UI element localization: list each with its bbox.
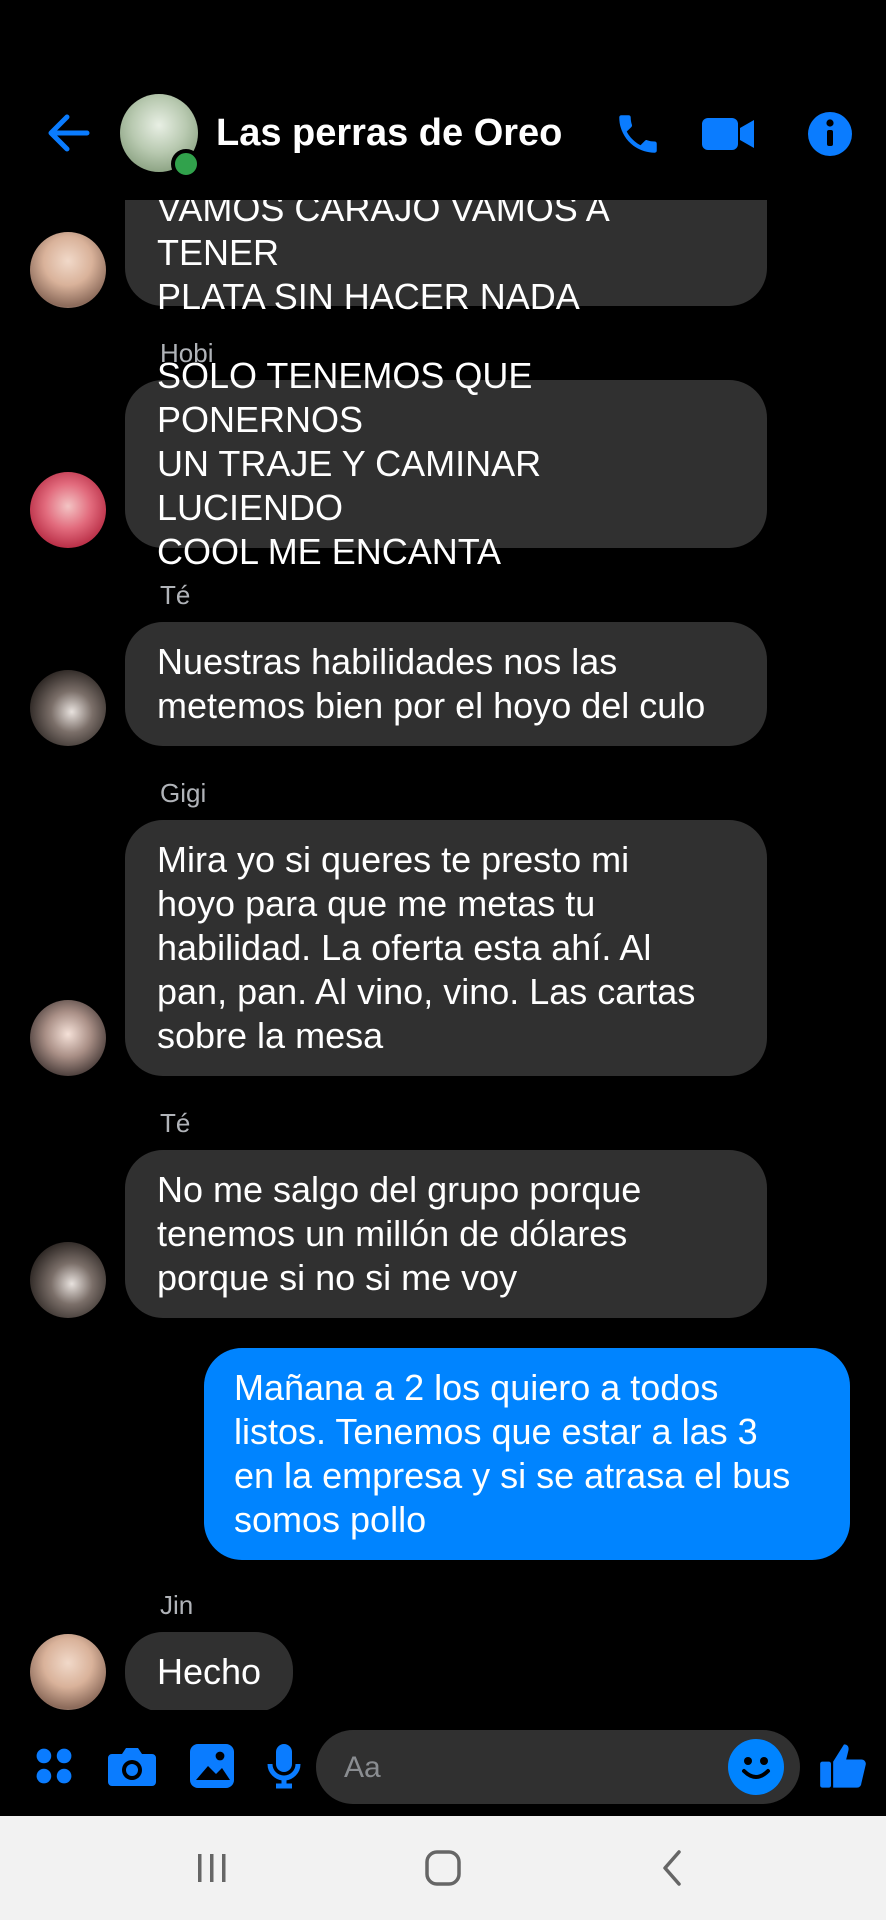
message-bubble[interactable]: SOLO TENEMOS QUE PONERNOS UN TRAJE Y CAM… bbox=[125, 355, 767, 572]
message-line: Hecho bbox=[157, 1651, 262, 1692]
message-line: Mira yo si queres te presto mi bbox=[157, 839, 630, 880]
message-line: PLATA SIN HACER NADA bbox=[157, 276, 580, 317]
voice-call-button[interactable] bbox=[610, 106, 666, 162]
message-composer bbox=[0, 1716, 886, 1816]
message-input[interactable] bbox=[342, 1730, 726, 1806]
camera-icon bbox=[108, 1748, 156, 1786]
sender-avatar[interactable] bbox=[30, 232, 106, 308]
sender-name: Jin bbox=[160, 1590, 194, 1620]
info-icon bbox=[808, 112, 852, 156]
recent-apps-icon bbox=[198, 1854, 226, 1882]
message-list[interactable]: VAMOS CARAJO VAMOS A TENER PLATA SIN HAC… bbox=[0, 200, 886, 1710]
message-line: metemos bien por el hoyo del culo bbox=[157, 685, 706, 726]
sender-avatar[interactable] bbox=[30, 472, 106, 548]
sender-avatar[interactable] bbox=[30, 1000, 106, 1076]
message-line: No me salgo del grupo porque bbox=[157, 1169, 642, 1210]
message-line: habilidad. La oferta esta ahí. Al bbox=[157, 927, 652, 968]
message-line: Mañana a 2 los quiero a todos bbox=[234, 1367, 719, 1408]
sender-name: Té bbox=[160, 580, 191, 610]
video-camera-icon bbox=[702, 118, 754, 150]
sender-avatar[interactable] bbox=[30, 670, 106, 746]
message-input-wrapper bbox=[316, 1730, 800, 1806]
video-call-button[interactable] bbox=[700, 106, 756, 162]
home-icon bbox=[425, 1850, 461, 1886]
message-line: pan, pan. Al vino, vino. Las cartas bbox=[157, 971, 696, 1012]
message-line: listos. Tenemos que estar a las 3 bbox=[234, 1411, 758, 1452]
system-navigation-bar bbox=[0, 1816, 886, 1920]
message-line: VAMOS CARAJO VAMOS A TENER bbox=[157, 200, 608, 273]
back-icon bbox=[663, 1850, 681, 1886]
outgoing-message-bubble[interactable]: Mañana a 2 los quiero a todos listos. Te… bbox=[204, 1348, 850, 1560]
arrow-left-icon bbox=[48, 114, 90, 152]
message-line: porque si no si me voy bbox=[157, 1257, 518, 1298]
message-bubble[interactable]: Nuestras habilidades nos las metemos bie… bbox=[125, 622, 767, 746]
camera-button[interactable] bbox=[104, 1738, 160, 1794]
message-bubble[interactable]: VAMOS CARAJO VAMOS A TENER PLATA SIN HAC… bbox=[125, 200, 767, 317]
emoji-icon bbox=[742, 1757, 770, 1779]
system-back-button[interactable] bbox=[636, 1840, 708, 1896]
voice-message-button[interactable] bbox=[256, 1738, 312, 1794]
emoji-button[interactable] bbox=[728, 1739, 784, 1795]
sender-name: Gigi bbox=[160, 778, 207, 808]
microphone-icon bbox=[267, 1744, 301, 1789]
gallery-icon bbox=[190, 1744, 234, 1788]
message-line: SOLO TENEMOS QUE PONERNOS bbox=[157, 355, 533, 440]
home-button[interactable] bbox=[407, 1840, 479, 1896]
conversation-title[interactable]: Las perras de Oreo bbox=[216, 112, 562, 155]
online-status-indicator bbox=[171, 149, 201, 179]
message-line: hoyo para que me metas tu bbox=[157, 883, 596, 924]
message-line: COOL ME ENCANTA bbox=[157, 531, 502, 572]
conversation-header: Las perras de Oreo bbox=[0, 0, 886, 200]
phone-icon bbox=[619, 115, 657, 153]
back-button[interactable] bbox=[40, 105, 96, 161]
gallery-button[interactable] bbox=[184, 1738, 240, 1794]
message-bubble[interactable]: No me salgo del grupo porque tenemos un … bbox=[125, 1150, 767, 1318]
message-bubble[interactable]: Mira yo si queres te presto mi hoyo para… bbox=[125, 820, 767, 1076]
apps-grid-icon bbox=[36, 1748, 72, 1784]
recent-apps-button[interactable] bbox=[176, 1840, 248, 1896]
sender-avatar[interactable] bbox=[30, 1634, 106, 1710]
message-line: somos pollo bbox=[234, 1499, 427, 1540]
message-line: UN TRAJE Y CAMINAR LUCIENDO bbox=[157, 443, 542, 528]
message-bubble[interactable]: Hecho bbox=[125, 1632, 294, 1710]
message-line: Nuestras habilidades nos las bbox=[157, 641, 618, 682]
message-line: en la empresa y si se atrasa el bus bbox=[234, 1455, 791, 1496]
conversation-info-button[interactable] bbox=[802, 106, 858, 162]
message-line: tenemos un millón de dólares bbox=[157, 1213, 628, 1254]
sender-avatar[interactable] bbox=[30, 1242, 106, 1318]
more-actions-button[interactable] bbox=[26, 1738, 82, 1794]
sender-name: Té bbox=[160, 1108, 191, 1138]
message-line: sobre la mesa bbox=[157, 1015, 384, 1056]
like-button[interactable] bbox=[816, 1738, 872, 1794]
thumbs-up-icon bbox=[820, 1744, 866, 1788]
